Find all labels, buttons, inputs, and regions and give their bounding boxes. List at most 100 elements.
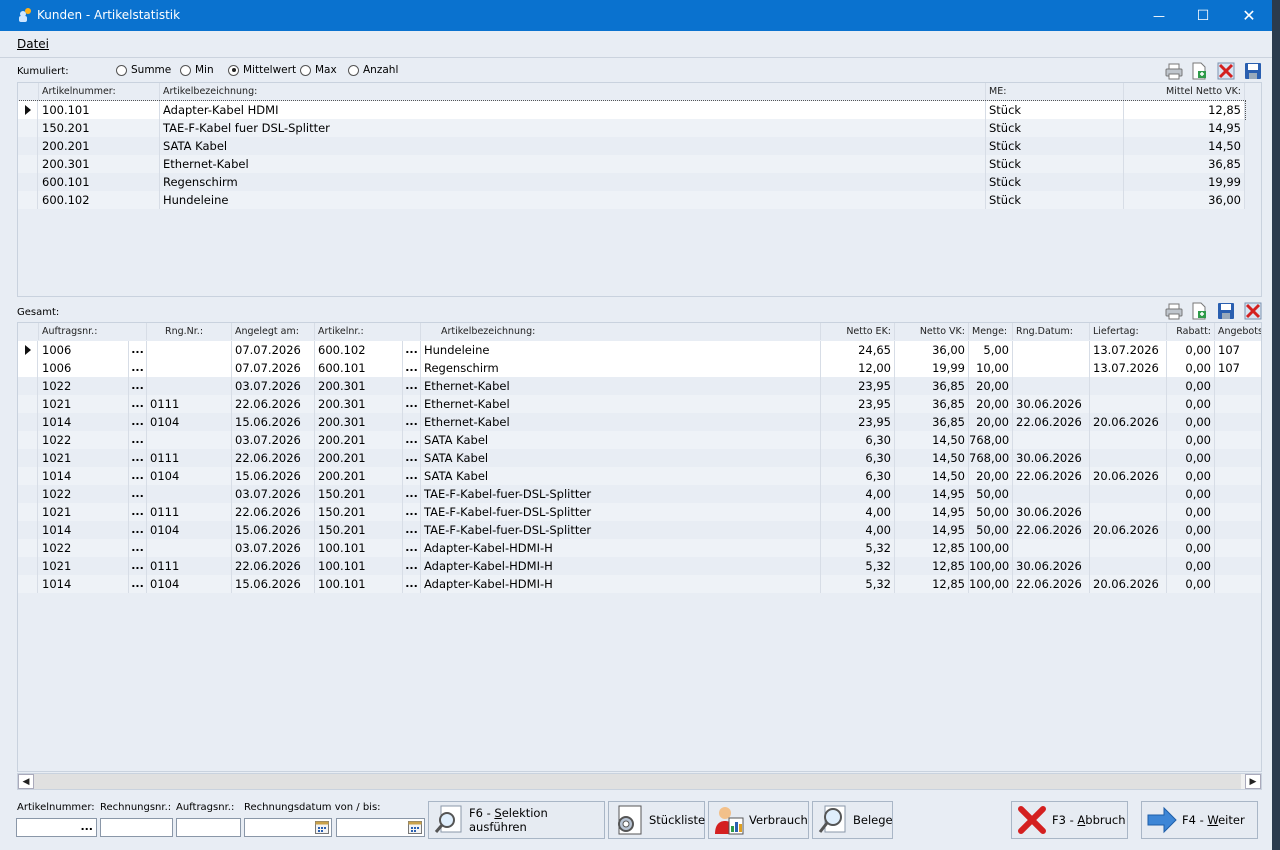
header-order-number[interactable]: Auftragsnr.:: [39, 323, 147, 340]
order-cell[interactable]: 5,32: [821, 539, 895, 557]
order-cell[interactable]: 5,00: [969, 341, 1013, 359]
header-article-description[interactable]: Artikelbezeichnung:: [421, 323, 821, 340]
article-cell[interactable]: Regenschirm: [160, 173, 986, 191]
article-cell[interactable]: 600.101: [39, 173, 160, 191]
order-cell[interactable]: 1021: [39, 395, 129, 413]
order-cell[interactable]: 13.07.2026: [1090, 359, 1167, 377]
order-cell[interactable]: 150.201: [315, 521, 403, 539]
order-cell[interactable]: 36,85: [895, 413, 969, 431]
row-indicator[interactable]: [18, 395, 38, 413]
article-row[interactable]: 600.101 Regenschirm Stück 19,99: [18, 173, 1245, 191]
order-cell[interactable]: 1022: [39, 431, 129, 449]
row-indicator[interactable]: [18, 521, 38, 539]
order-cell[interactable]: 30.06.2026: [1013, 395, 1090, 413]
order-cell[interactable]: 200.201: [315, 467, 403, 485]
order-cell[interactable]: 0111: [147, 395, 232, 413]
order-cell[interactable]: [147, 377, 232, 395]
order-cell[interactable]: 5,32: [821, 575, 895, 593]
header-quantity[interactable]: Menge:: [969, 323, 1013, 340]
order-cell[interactable]: [1215, 521, 1261, 539]
order-cell[interactable]: 6,30: [821, 449, 895, 467]
order-cell[interactable]: 0,00: [1167, 467, 1215, 485]
filter-invoice-input[interactable]: [100, 818, 173, 837]
article-cell[interactable]: Stück: [986, 137, 1124, 155]
order-cell[interactable]: 14,50: [895, 431, 969, 449]
order-cell[interactable]: 600.101: [315, 359, 403, 377]
top-header-article-number[interactable]: Artikelnummer:: [39, 83, 160, 100]
order-cell[interactable]: 14,95: [895, 503, 969, 521]
lookup-button[interactable]: ...: [403, 521, 421, 539]
order-cell[interactable]: Adapter-Kabel-HDMI-H: [421, 539, 821, 557]
article-cell[interactable]: Adapter-Kabel HDMI: [160, 101, 986, 119]
header-net-sales[interactable]: Netto VK:: [895, 323, 969, 340]
order-cell[interactable]: 0,00: [1167, 539, 1215, 557]
row-indicator[interactable]: [18, 191, 38, 209]
order-cell[interactable]: 22.06.2026: [1013, 413, 1090, 431]
order-cell[interactable]: Ethernet-Kabel: [421, 395, 821, 413]
order-cell[interactable]: 768,00: [969, 449, 1013, 467]
order-cell[interactable]: Regenschirm: [421, 359, 821, 377]
order-cell[interactable]: 0104: [147, 413, 232, 431]
order-cell[interactable]: 03.07.2026: [232, 377, 315, 395]
order-cell[interactable]: 20.06.2026: [1090, 413, 1167, 431]
order-cell[interactable]: TAE-F-Kabel-fuer-DSL-Splitter: [421, 521, 821, 539]
order-cell[interactable]: 03.07.2026: [232, 539, 315, 557]
lookup-button[interactable]: ...: [129, 431, 147, 449]
order-cell[interactable]: [1215, 467, 1261, 485]
order-cell[interactable]: 23,95: [821, 377, 895, 395]
calendar-icon[interactable]: [315, 821, 329, 834]
header-net-purchase[interactable]: Netto EK:: [821, 323, 895, 340]
order-cell[interactable]: SATA Kabel: [421, 467, 821, 485]
row-indicator[interactable]: [18, 137, 38, 155]
order-cell[interactable]: [1090, 539, 1167, 557]
radio-min[interactable]: Min: [180, 63, 214, 77]
order-cell[interactable]: [1215, 377, 1261, 395]
article-row[interactable]: 600.102 Hundeleine Stück 36,00: [18, 191, 1245, 209]
order-cell[interactable]: [147, 431, 232, 449]
order-cell[interactable]: [1215, 575, 1261, 593]
order-cell[interactable]: [1090, 557, 1167, 575]
order-cell[interactable]: 5,32: [821, 557, 895, 575]
order-cell[interactable]: 1006: [39, 341, 129, 359]
row-indicator[interactable]: [18, 119, 38, 137]
row-indicator[interactable]: [18, 431, 38, 449]
order-cell[interactable]: 22.06.2026: [1013, 521, 1090, 539]
lookup-button[interactable]: ...: [403, 467, 421, 485]
radio-mittelwert[interactable]: Mittelwert: [228, 63, 296, 77]
radio-anzahl[interactable]: Anzahl: [348, 63, 398, 77]
top-save-button[interactable]: [1243, 61, 1263, 81]
order-cell[interactable]: 22.06.2026: [232, 449, 315, 467]
order-cell[interactable]: [1215, 503, 1261, 521]
order-cell[interactable]: 0,00: [1167, 449, 1215, 467]
order-cell[interactable]: [1215, 449, 1261, 467]
header-invoice-number[interactable]: Rng.Nr.:: [147, 323, 232, 340]
order-cell[interactable]: 1021: [39, 557, 129, 575]
article-row[interactable]: 200.301 Ethernet-Kabel Stück 36,85: [18, 155, 1245, 173]
order-cell[interactable]: [1090, 485, 1167, 503]
bom-button[interactable]: Stückliste: [608, 801, 705, 839]
order-cell[interactable]: 30.06.2026: [1013, 503, 1090, 521]
header-invoice-date[interactable]: Rng.Datum:: [1013, 323, 1090, 340]
order-row[interactable]: 1022... 03.07.2026 200.301... Ethernet-Kabe…: [18, 377, 1261, 395]
order-cell[interactable]: 30.06.2026: [1013, 449, 1090, 467]
order-cell[interactable]: 20,00: [969, 467, 1013, 485]
top-header-avg-net-price[interactable]: Mittel Netto VK:: [1124, 83, 1245, 100]
order-cell[interactable]: 50,00: [969, 521, 1013, 539]
order-cell[interactable]: Ethernet-Kabel: [421, 377, 821, 395]
order-cell[interactable]: 22.06.2026: [1013, 467, 1090, 485]
minimize-button[interactable]: —: [1136, 0, 1182, 31]
order-cell[interactable]: 36,85: [895, 377, 969, 395]
order-cell[interactable]: 0,00: [1167, 485, 1215, 503]
row-indicator[interactable]: [18, 173, 38, 191]
order-row[interactable]: 1021... 0111 22.06.2026 150.201... TAE-F-Kab…: [18, 503, 1261, 521]
article-row[interactable]: 100.101 Adapter-Kabel HDMI Stück 12,85: [18, 100, 1246, 120]
order-cell[interactable]: [1090, 395, 1167, 413]
article-cell[interactable]: Hundeleine: [160, 191, 986, 209]
scroll-right-button[interactable]: ▶: [1245, 774, 1261, 789]
order-cell[interactable]: 20,00: [969, 413, 1013, 431]
order-cell[interactable]: 12,85: [895, 539, 969, 557]
next-button[interactable]: F4 - Weiter: [1141, 801, 1258, 839]
article-cell[interactable]: SATA Kabel: [160, 137, 986, 155]
order-cell[interactable]: 1022: [39, 485, 129, 503]
top-print-button[interactable]: [1164, 61, 1184, 81]
